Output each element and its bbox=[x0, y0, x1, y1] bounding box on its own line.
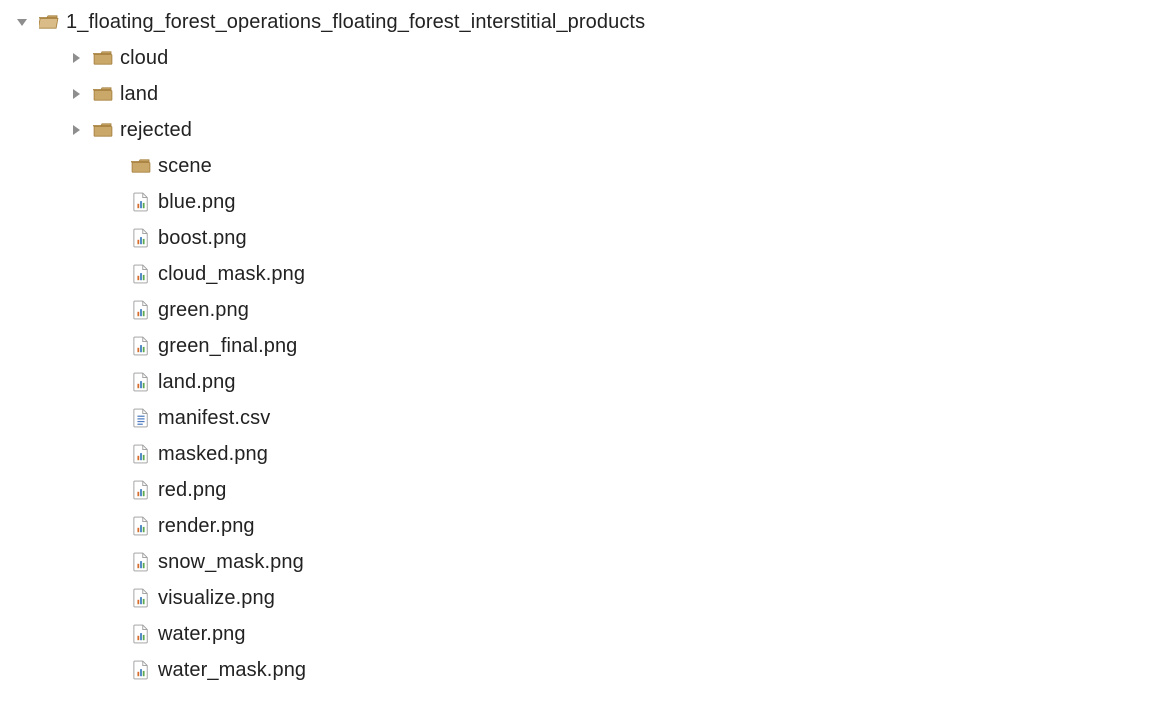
file-cloud-mask[interactable]: cloud_mask.png bbox=[0, 256, 1150, 292]
chevron-right-icon[interactable] bbox=[66, 48, 86, 68]
tree-item-label: rejected bbox=[120, 119, 192, 141]
tree-item-label: water.png bbox=[158, 623, 246, 645]
file-green[interactable]: green.png bbox=[0, 292, 1150, 328]
folder-cloud[interactable]: cloud bbox=[0, 40, 1150, 76]
tree-item-label: land.png bbox=[158, 371, 236, 393]
image-file-icon bbox=[130, 299, 152, 321]
file-tree: 1_floating_forest_operations_floating_fo… bbox=[0, 0, 1150, 700]
folder-icon bbox=[92, 119, 114, 141]
tree-item-label: cloud bbox=[120, 47, 168, 69]
chevron-right-icon[interactable] bbox=[66, 120, 86, 140]
image-file-icon bbox=[130, 659, 152, 681]
tree-item-label: land bbox=[120, 83, 158, 105]
tree-item-label: green.png bbox=[158, 299, 249, 321]
folder-icon bbox=[92, 47, 114, 69]
file-water[interactable]: water.png bbox=[0, 616, 1150, 652]
file-boost[interactable]: boost.png bbox=[0, 220, 1150, 256]
document-file-icon bbox=[130, 407, 152, 429]
file-render[interactable]: render.png bbox=[0, 508, 1150, 544]
chevron-right-icon[interactable] bbox=[66, 84, 86, 104]
tree-item-label: visualize.png bbox=[158, 587, 275, 609]
file-water-mask[interactable]: water_mask.png bbox=[0, 652, 1150, 688]
tree-item-label: 1_floating_forest_operations_floating_fo… bbox=[66, 11, 645, 33]
folder-open-icon bbox=[38, 11, 60, 33]
tree-item-label: green_final.png bbox=[158, 335, 297, 357]
folder-icon bbox=[130, 155, 152, 177]
image-file-icon bbox=[130, 443, 152, 465]
folder-land[interactable]: land bbox=[0, 76, 1150, 112]
tree-item-label: manifest.csv bbox=[158, 407, 270, 429]
image-file-icon bbox=[130, 263, 152, 285]
file-red[interactable]: red.png bbox=[0, 472, 1150, 508]
tree-item-label: scene bbox=[158, 155, 212, 177]
folder-scene[interactable]: scene bbox=[0, 148, 1150, 184]
image-file-icon bbox=[130, 371, 152, 393]
folder-icon bbox=[92, 83, 114, 105]
tree-item-label: water_mask.png bbox=[158, 659, 306, 681]
chevron-down-icon[interactable] bbox=[12, 12, 32, 32]
tree-item-label: masked.png bbox=[158, 443, 268, 465]
image-file-icon bbox=[130, 479, 152, 501]
file-blue[interactable]: blue.png bbox=[0, 184, 1150, 220]
image-file-icon bbox=[130, 551, 152, 573]
tree-item-label: render.png bbox=[158, 515, 255, 537]
root-folder[interactable]: 1_floating_forest_operations_floating_fo… bbox=[0, 4, 1150, 40]
image-file-icon bbox=[130, 227, 152, 249]
image-file-icon bbox=[130, 515, 152, 537]
file-land[interactable]: land.png bbox=[0, 364, 1150, 400]
tree-item-label: cloud_mask.png bbox=[158, 263, 305, 285]
file-manifest[interactable]: manifest.csv bbox=[0, 400, 1150, 436]
image-file-icon bbox=[130, 191, 152, 213]
tree-item-label: blue.png bbox=[158, 191, 236, 213]
file-green-final[interactable]: green_final.png bbox=[0, 328, 1150, 364]
image-file-icon bbox=[130, 335, 152, 357]
folder-rejected[interactable]: rejected bbox=[0, 112, 1150, 148]
file-visualize[interactable]: visualize.png bbox=[0, 580, 1150, 616]
image-file-icon bbox=[130, 587, 152, 609]
image-file-icon bbox=[130, 623, 152, 645]
file-snow-mask[interactable]: snow_mask.png bbox=[0, 544, 1150, 580]
tree-item-label: boost.png bbox=[158, 227, 247, 249]
file-masked[interactable]: masked.png bbox=[0, 436, 1150, 472]
tree-item-label: snow_mask.png bbox=[158, 551, 304, 573]
tree-item-label: red.png bbox=[158, 479, 227, 501]
